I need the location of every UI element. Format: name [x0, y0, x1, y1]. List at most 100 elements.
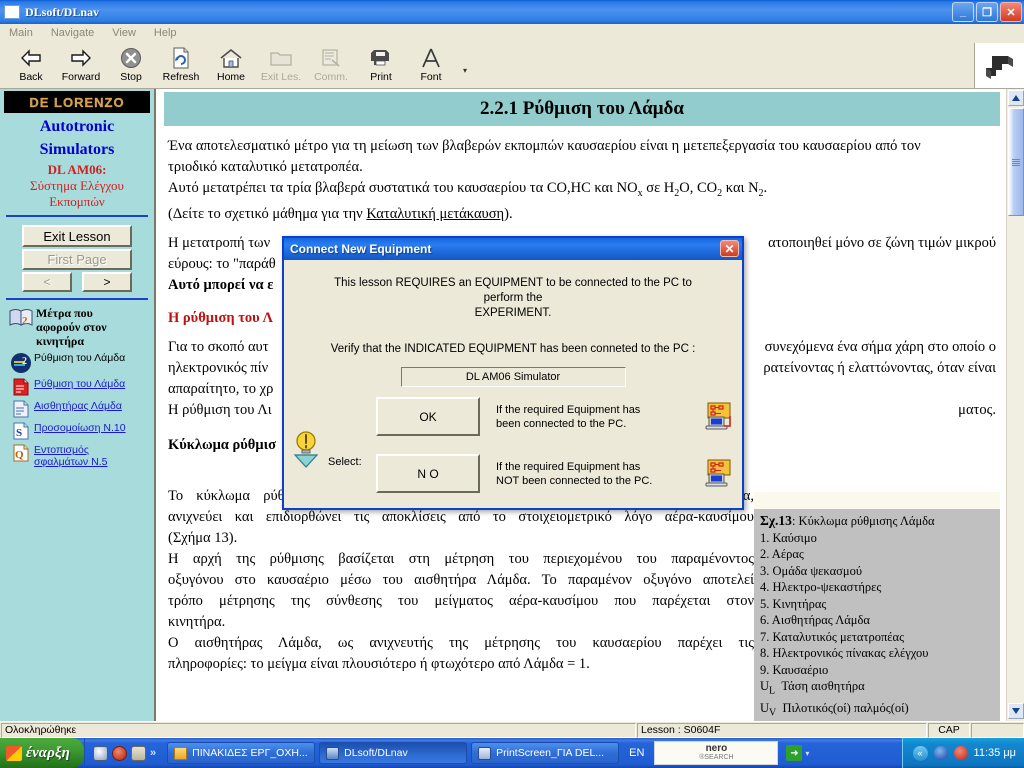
toolbar-refresh-label: Refresh: [162, 71, 200, 83]
maximize-button[interactable]: ❐: [976, 2, 998, 22]
tray-expand-icon[interactable]: «: [912, 745, 928, 761]
legend-title-bold: Σχ.13: [760, 513, 792, 528]
sidebar-item-simulation-label[interactable]: Προσομοίωση Ν.10: [34, 422, 126, 434]
legend-symbol-ul-sym: U: [760, 679, 770, 693]
toolbar-font-label: Font: [420, 71, 442, 83]
sidebar-item-troubleshooting[interactable]: Q Εντοπισμός σφαλμάτων Ν.5: [0, 440, 154, 468]
taskbar-clock[interactable]: 11:35 μμ: [974, 747, 1016, 759]
connect-equipment-dialog: Connect New Equipment ✕ This lesson REQU…: [282, 236, 744, 510]
sidebar-item-lambda-sensor-label[interactable]: Αισθητήρας Λάμδα: [34, 400, 122, 412]
start-button[interactable]: έναρξη: [0, 738, 84, 768]
prev-page-button[interactable]: <: [22, 272, 72, 292]
dialog-close-button[interactable]: ✕: [720, 240, 739, 257]
dialog-no-desc-line2: NOT been connected to the PC.: [496, 474, 653, 487]
sidebar-course-title-line1: Σύστημα Ελέγχου: [30, 178, 124, 193]
dialog-ok-row: OK If the required Equipment has been co…: [284, 397, 742, 436]
minimize-button[interactable]: _: [952, 2, 974, 22]
menu-item-view[interactable]: View: [103, 26, 145, 40]
legend-entry-8: 8. Ηλεκτρονικός πίνακας ελέγχου: [760, 646, 929, 660]
quick-launch-bar: »: [84, 738, 161, 768]
taskbar-item-folder-label: ΠΙΝΑΚΙΔΕΣ ΕΡΓ_ΟΧΗ...: [192, 747, 308, 759]
bluetooth-icon[interactable]: [933, 746, 948, 760]
toolbar-home-button[interactable]: Home: [206, 43, 256, 87]
dialog-no-button[interactable]: N O: [376, 454, 480, 493]
green-arrow-icon[interactable]: ➜: [786, 745, 803, 761]
legend-entry-9: 9. Καυσαέριο: [760, 662, 829, 677]
taskbar-item-folder[interactable]: ΠΙΝΑΚΙΔΕΣ ΕΡΓ_ΟΧΗ...: [167, 742, 316, 764]
toolbar-home-label: Home: [216, 71, 245, 83]
sidebar-item-simulation[interactable]: S Προσομοίωση Ν.10: [0, 418, 154, 440]
dialog-ok-button[interactable]: OK: [376, 397, 480, 436]
sidebar-section-label-line2: αφορούν στον: [36, 320, 107, 334]
language-indicator[interactable]: EN: [629, 747, 644, 759]
window-titlebar: DLsoft/DLnav _ ❐ ✕: [0, 0, 1024, 24]
p5-line4-right: ματος.: [958, 401, 996, 418]
close-button[interactable]: ✕: [1000, 2, 1022, 22]
sidebar-item-lambda-adjust-label[interactable]: Ρύθμιση του Λάμδα: [34, 378, 125, 390]
taskbar-item-dlsoft[interactable]: DLsoft/DLnav: [319, 742, 468, 764]
quicklaunch-icon-1[interactable]: [93, 745, 108, 761]
sidebar-item-troubleshooting-label1[interactable]: Εντοπισμός: [34, 444, 107, 456]
security-shield-icon[interactable]: [953, 746, 968, 760]
dialog-ok-desc-line1: If the required Equipment has: [496, 403, 641, 416]
scrollbar-thumb[interactable]: [1008, 108, 1024, 216]
dialog-no-description: If the required Equipment has NOT been c…: [480, 460, 696, 488]
folder-icon: [174, 746, 188, 760]
toolbar-back-button[interactable]: Back: [6, 43, 56, 87]
toolbar-print-button[interactable]: Print: [356, 43, 406, 87]
toolbar-forward-button[interactable]: Forward: [56, 43, 106, 87]
svg-text:S: S: [16, 427, 22, 439]
quicklaunch-icon-3[interactable]: [131, 745, 146, 761]
exit-lesson-button[interactable]: Exit Lesson: [22, 225, 132, 247]
sidebar-course-code: DL AM06:: [47, 162, 107, 177]
scroll-down-button[interactable]: [1008, 703, 1024, 719]
status-lesson: Lesson : S0604F: [637, 722, 927, 738]
status-left: Ολοκληρώθηκε: [1, 722, 636, 738]
p2-mid: σε H: [642, 180, 675, 196]
green-dropdown-icon[interactable]: ▾: [805, 749, 809, 758]
p7-line2: οξυγόνου στο καυσαέριο μέσω του αισθητήρ…: [168, 571, 754, 588]
toolbar-forward-label: Forward: [61, 71, 101, 83]
stop-icon: [120, 46, 142, 70]
quicklaunch-chevron-icon[interactable]: »: [150, 747, 156, 759]
equipment-field: DL AM06 Simulator: [400, 367, 626, 387]
chevron-down-icon[interactable]: ▾: [456, 43, 474, 87]
sidebar-item-chapter[interactable]: 2 Ρύθμιση του Λάμδα: [0, 348, 154, 374]
sidebar-item-troubleshooting-label2[interactable]: σφαλμάτων Ν.5: [34, 456, 107, 468]
sidebar-section-engine-measures[interactable]: 2 Μέτρα που αφορούν στον κινητήρα: [0, 300, 154, 348]
dialog-message-line2: EXPERIMENT.: [474, 307, 552, 319]
taskbar-item-printscreen[interactable]: PrintScreen_ΓΙΑ DEL...: [471, 742, 620, 764]
toolbar-stop-label: Stop: [120, 71, 142, 83]
scroll-up-button[interactable]: [1008, 90, 1024, 106]
home-icon: [219, 46, 243, 70]
p7-line4: κινητήρα.: [168, 613, 226, 630]
legend-title: Σχ.13: Κύκλωμα ρύθμισης Λάμδα: [760, 513, 994, 530]
toolbar: Back Forward Stop Refresh Home Exit Les.…: [0, 43, 1024, 89]
dialog-message: This lesson REQUIRES an EQUIPMENT to be …: [326, 276, 700, 321]
chapter-2-icon: 2: [8, 352, 34, 374]
sidebar-item-lambda-sensor[interactable]: Αισθητήρας Λάμδα: [0, 396, 154, 418]
paragraph-intro-line1: Ένα αποτελεσματικό μέτρο για τη μείωση τ…: [168, 138, 921, 154]
figure-legend: Σχ.13: Κύκλωμα ρύθμισης Λάμδα 1. Καύσιμο…: [754, 509, 1000, 721]
system-tray: « 11:35 μμ: [901, 738, 1024, 768]
window-icon: [4, 5, 20, 19]
toolbar-stop-button[interactable]: Stop: [106, 43, 156, 87]
catalytic-link[interactable]: Καταλυτική μετάκαυση: [366, 206, 504, 222]
menu-item-navigate[interactable]: Navigate: [42, 26, 103, 40]
next-page-button[interactable]: >: [82, 272, 132, 292]
sidebar-item-chapter-label: Ρύθμιση του Λάμδα: [34, 352, 126, 364]
menu-item-help[interactable]: Help: [145, 26, 186, 40]
nero-search-bar[interactable]: nero ®SEARCH: [654, 741, 779, 765]
taskbar: έναρξη » ΠΙΝΑΚΙΔΕΣ ΕΡΓ_ΟΧΗ... DLsoft/DLn…: [0, 738, 1024, 768]
p3-post: ).: [504, 205, 513, 222]
windows-flag-icon: [6, 745, 22, 761]
sidebar-item-lambda-adjust[interactable]: Ρύθμιση του Λάμδα: [0, 374, 154, 396]
toolbar-refresh-button[interactable]: Refresh: [156, 43, 206, 87]
menu-item-main[interactable]: Main: [0, 26, 42, 40]
content-scrollbar[interactable]: [1006, 89, 1024, 721]
nero-sublabel: ®SEARCH: [699, 754, 734, 761]
p5-line2-right: ρατείνοντας ή ελαττώνοντας, όταν είναι: [763, 359, 996, 376]
toolbar-font-button[interactable]: Font: [406, 43, 456, 87]
legend-symbol-ul-text: Τάση αισθητήρα: [781, 679, 865, 693]
quicklaunch-icon-2[interactable]: [112, 745, 127, 761]
